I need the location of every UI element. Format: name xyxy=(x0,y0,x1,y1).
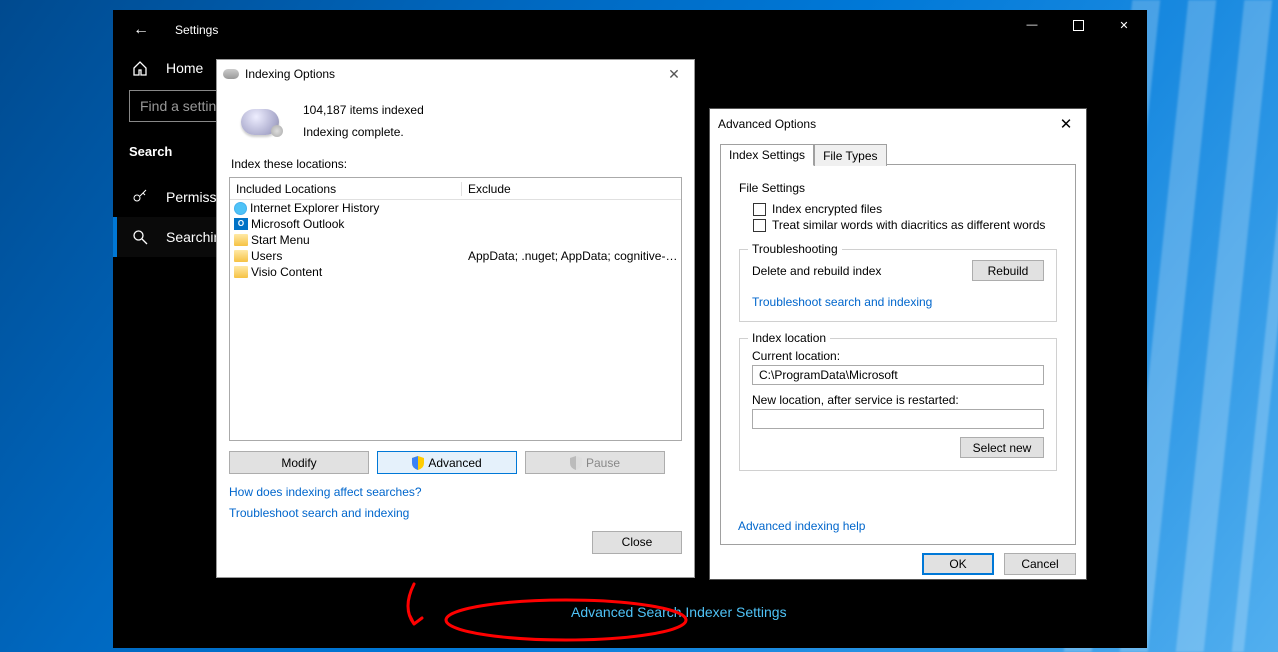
index-location-label: Index location xyxy=(748,331,830,345)
indexing-status: Indexing complete. xyxy=(303,122,424,144)
troubleshoot-search-link[interactable]: Troubleshoot search and indexing xyxy=(752,295,932,309)
tab-file-types[interactable]: File Types xyxy=(814,144,886,166)
location-row[interactable]: Start Menu xyxy=(230,232,681,248)
outlook-icon: O xyxy=(234,218,248,230)
exclude-value: AppData; .nuget; AppData; cognitive-serv… xyxy=(462,249,681,263)
advanced-close-button[interactable]: ✕ xyxy=(1054,115,1078,133)
close-button[interactable]: Close xyxy=(592,531,682,554)
folder-icon xyxy=(234,266,248,278)
diacritics-label: Treat similar words with diacritics as d… xyxy=(772,218,1045,232)
current-location-field[interactable]: C:\ProgramData\Microsoft xyxy=(752,365,1044,385)
troubleshoot-link[interactable]: Troubleshoot search and indexing xyxy=(229,506,409,520)
close-button[interactable]: ✕ xyxy=(1101,10,1147,40)
shield-icon xyxy=(570,456,582,470)
advanced-indexing-help-link[interactable]: Advanced indexing help xyxy=(738,519,865,533)
index-location-group: Index location Current location: C:\Prog… xyxy=(739,338,1057,471)
location-name: Internet Explorer History xyxy=(250,201,379,215)
index-settings-panel: File Settings Index encrypted files Trea… xyxy=(720,165,1076,545)
advanced-title: Advanced Options xyxy=(718,117,816,131)
indexing-title: Indexing Options xyxy=(245,67,335,81)
folder-icon xyxy=(234,250,248,262)
window-controls: — ✕ xyxy=(1009,10,1147,40)
col-included[interactable]: Included Locations xyxy=(230,182,462,196)
locations-listbox[interactable]: Included Locations Exclude Internet Expl… xyxy=(229,177,682,441)
location-row[interactable]: Users AppData; .nuget; AppData; cognitive… xyxy=(230,248,681,264)
indexing-titlebar[interactable]: Indexing Options ✕ xyxy=(217,60,694,88)
location-name: Users xyxy=(251,249,282,263)
rebuild-button[interactable]: Rebuild xyxy=(972,260,1044,281)
troubleshooting-group: Troubleshooting Delete and rebuild index… xyxy=(739,249,1057,322)
location-name: Microsoft Outlook xyxy=(251,217,344,231)
indexing-help-link[interactable]: How does indexing affect searches? xyxy=(229,485,422,499)
advanced-indexer-settings-link[interactable]: Advanced Search Indexer Settings xyxy=(571,604,787,620)
items-indexed-count: 104,187 items indexed xyxy=(303,100,424,122)
advanced-titlebar[interactable]: Advanced Options ✕ xyxy=(710,109,1086,139)
indexing-close-button[interactable]: ✕ xyxy=(660,66,688,83)
shield-icon xyxy=(412,456,424,470)
home-label: Home xyxy=(166,60,203,76)
maximize-button[interactable] xyxy=(1055,10,1101,40)
encrypted-checkbox[interactable] xyxy=(753,203,766,216)
modify-button[interactable]: Modify xyxy=(229,451,369,474)
search-icon xyxy=(132,229,148,245)
location-name: Visio Content xyxy=(251,265,322,279)
new-location-label: New location, after service is restarted… xyxy=(752,393,1044,407)
advanced-options-dialog: Advanced Options ✕ Index Settings File T… xyxy=(709,108,1087,580)
current-location-label: Current location: xyxy=(752,349,1044,363)
cancel-button[interactable]: Cancel xyxy=(1004,553,1076,575)
indexing-icon xyxy=(223,69,239,79)
select-new-button[interactable]: Select new xyxy=(960,437,1044,458)
troubleshooting-label: Troubleshooting xyxy=(748,242,842,256)
ok-button[interactable]: OK xyxy=(922,553,994,575)
ie-icon xyxy=(234,202,247,215)
location-row[interactable]: OMicrosoft Outlook xyxy=(230,216,681,232)
tab-index-settings[interactable]: Index Settings xyxy=(720,144,814,166)
new-location-field[interactable] xyxy=(752,409,1044,429)
index-locations-label: Index these locations: xyxy=(217,155,694,177)
col-exclude[interactable]: Exclude xyxy=(462,182,681,196)
indexing-options-dialog: Indexing Options ✕ 104,187 items indexed… xyxy=(216,59,695,578)
delete-rebuild-label: Delete and rebuild index xyxy=(752,264,881,278)
diacritics-checkbox[interactable] xyxy=(753,219,766,232)
encrypted-label: Index encrypted files xyxy=(772,202,882,216)
location-name: Start Menu xyxy=(251,233,310,247)
folder-icon xyxy=(234,234,248,246)
location-row[interactable]: Visio Content xyxy=(230,264,681,280)
pause-button: Pause xyxy=(525,451,665,474)
permissions-icon xyxy=(132,189,148,205)
settings-titlebar: ← Settings — ✕ xyxy=(113,10,1147,50)
find-placeholder: Find a setting xyxy=(140,98,224,114)
home-icon xyxy=(132,60,148,76)
indexer-big-icon xyxy=(241,109,279,135)
settings-title: Settings xyxy=(175,23,218,37)
minimize-button[interactable]: — xyxy=(1009,10,1055,40)
back-arrow-icon[interactable]: ← xyxy=(133,21,149,39)
file-settings-label: File Settings xyxy=(739,181,1057,195)
advanced-button[interactable]: Advanced xyxy=(377,451,517,474)
location-row[interactable]: Internet Explorer History xyxy=(230,200,681,216)
tab-strip: Index Settings File Types xyxy=(720,143,1076,165)
